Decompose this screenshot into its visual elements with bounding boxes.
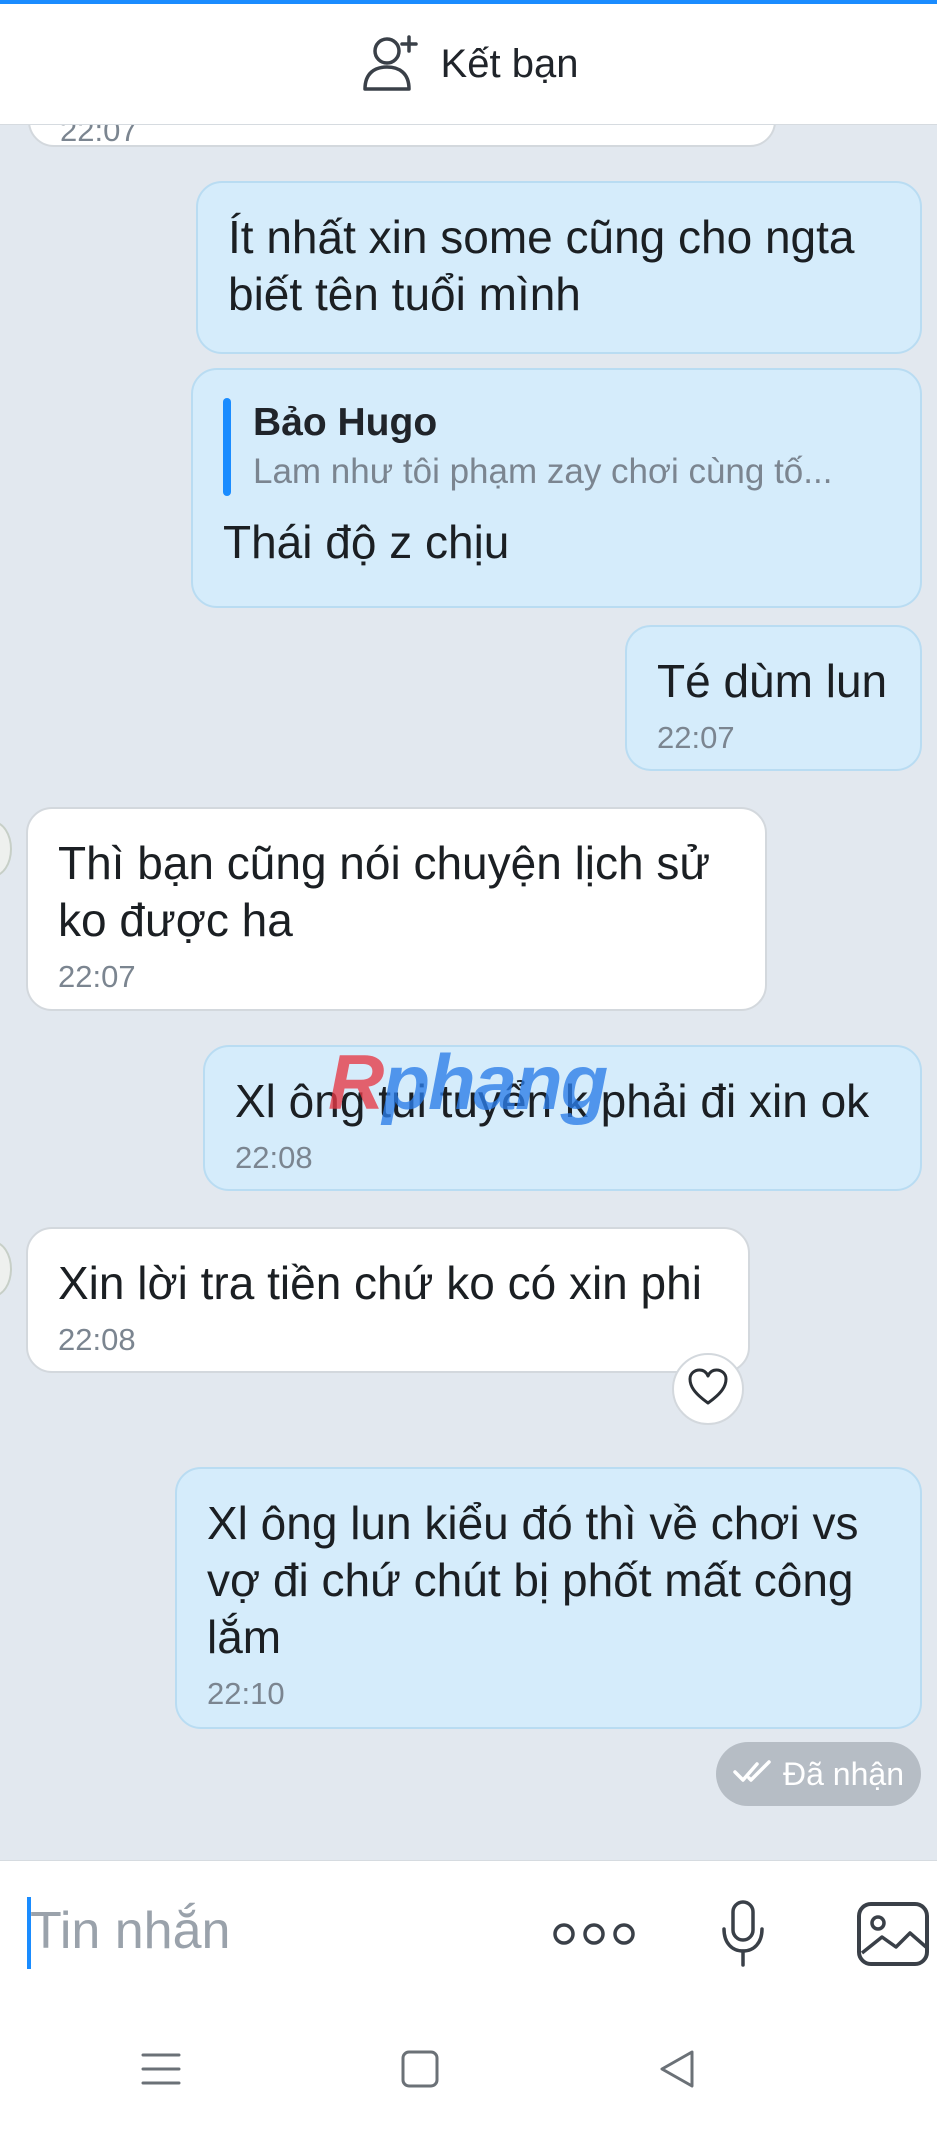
- avatar[interactable]: [0, 1241, 12, 1297]
- message-bubble-outgoing[interactable]: Ít nhất xin some cũng cho ngta biết tên …: [196, 181, 922, 354]
- system-nav-bar: [0, 2005, 937, 2137]
- message-bubble-incoming[interactable]: Xin lời tra tiền chứ ko có xin phi 22:08: [26, 1227, 750, 1373]
- message-time: 22:07: [657, 720, 735, 755]
- add-friend-label: Kết bạn: [440, 41, 579, 86]
- quote-text: Lam như tôi phạm zay chơi cùng tố...: [253, 452, 833, 491]
- heart-icon: [688, 1368, 728, 1411]
- message-bubble-partial[interactable]: 22:07: [28, 125, 776, 148]
- message-text: Thì bạn cũng nói chuyện lịch sử ko được …: [58, 837, 711, 946]
- delivery-status-badge: Đã nhận: [716, 1742, 921, 1806]
- message-time: 22:08: [235, 1140, 313, 1175]
- home-icon[interactable]: [400, 2049, 440, 2094]
- message-text: Ít nhất xin some cũng cho ngta biết tên …: [228, 211, 855, 320]
- quote-author: Bảo Hugo: [253, 401, 438, 444]
- chat-area[interactable]: 22:07 Ít nhất xin some cũng cho ngta biế…: [0, 125, 937, 1860]
- quoted-message[interactable]: Bảo Hugo Lam như tôi phạm zay chơi cùng …: [223, 398, 890, 496]
- message-bubble-reply[interactable]: Bảo Hugo Lam như tôi phạm zay chơi cùng …: [191, 368, 922, 608]
- avatar[interactable]: [0, 821, 12, 877]
- add-friend-icon: [359, 31, 425, 98]
- message-input-bar: Tin nhắn: [0, 1860, 937, 2006]
- message-text: Thái độ z chịu: [223, 516, 510, 568]
- react-heart-button[interactable]: [672, 1353, 744, 1425]
- watermark-logo: Rphang: [328, 1038, 608, 1126]
- double-check-icon: [733, 1759, 773, 1790]
- message-text: Xl ông lun kiểu đó thì về chơi vs vợ đi …: [207, 1497, 859, 1663]
- message-bubble-outgoing[interactable]: Xl ông lun kiểu đó thì về chơi vs vợ đi …: [175, 1467, 922, 1729]
- back-icon[interactable]: [658, 2049, 698, 2094]
- message-input[interactable]: Tin nhắn: [30, 1901, 230, 1961]
- delivery-status-label: Đã nhận: [783, 1755, 904, 1792]
- menu-icon[interactable]: [141, 2049, 181, 2094]
- quote-bar: [223, 398, 231, 496]
- message-bubble-outgoing[interactable]: Té dùm lun 22:07: [625, 625, 922, 771]
- message-time: 22:07: [58, 959, 136, 994]
- message-time: 22:08: [58, 1322, 136, 1357]
- message-text: Xin lời tra tiền chứ ko có xin phi: [58, 1257, 702, 1309]
- more-icon[interactable]: [552, 1919, 636, 1954]
- message-bubble-incoming[interactable]: Thì bạn cũng nói chuyện lịch sử ko được …: [26, 807, 767, 1011]
- message-time: 22:10: [207, 1676, 285, 1711]
- microphone-icon[interactable]: [718, 1899, 768, 1974]
- message-time: 22:07: [60, 125, 138, 148]
- message-text: Té dùm lun: [657, 655, 888, 707]
- image-icon[interactable]: [856, 1901, 930, 1972]
- add-friend-bar[interactable]: Kết bạn: [0, 4, 937, 125]
